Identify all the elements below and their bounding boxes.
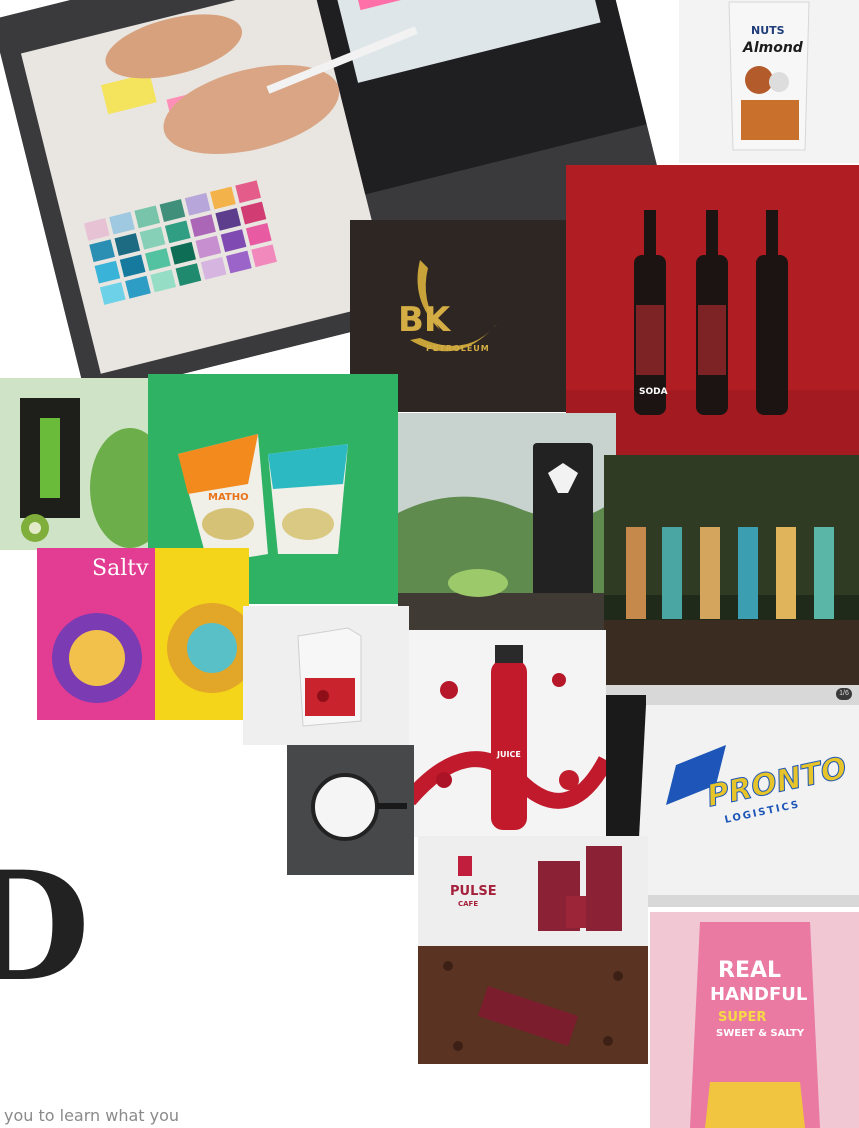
cherry-box-illustration xyxy=(297,627,362,727)
pulse-name: PULSE xyxy=(450,884,497,899)
snack-line4: SWEET & SALTY xyxy=(716,1028,805,1039)
tea-tin-photo[interactable] xyxy=(398,413,616,630)
soda-label: SODA xyxy=(639,387,668,397)
kiwi-pouch-photo[interactable] xyxy=(0,378,150,550)
cafe-sign-illustration xyxy=(287,745,414,875)
mathio-product: MATHO xyxy=(208,492,249,503)
soda-bottles-illustration xyxy=(566,210,859,455)
saltv-title: Saltv xyxy=(92,556,149,581)
bk-sub: PETROLEUM xyxy=(426,344,490,353)
cafe-sign-photo[interactable] xyxy=(287,745,414,875)
nuts-brand: NUTS xyxy=(751,24,785,37)
red-juice-illustration xyxy=(409,645,606,830)
coffee-beans-illustration xyxy=(418,946,648,1064)
snack-line2: HANDFUL xyxy=(710,984,808,1005)
soda-bottles-photo[interactable]: SODA xyxy=(566,165,859,455)
nuts-product: Almond xyxy=(743,40,803,56)
kiwi-pouch-illustration xyxy=(20,398,150,548)
pulse-cafe-branding[interactable]: PULSE CAFE xyxy=(418,836,648,946)
saltv-mandala-box[interactable]: Saltv xyxy=(37,548,249,720)
snack-line3: SUPER xyxy=(718,1010,767,1025)
cherry-box-photo[interactable] xyxy=(243,606,409,745)
nuts-almond-pack[interactable]: NUTS Almond xyxy=(679,0,859,163)
pulse-sub: CAFE xyxy=(458,900,479,908)
juice-label: JUICE xyxy=(497,750,521,759)
intro-caption: you to learn what you xyxy=(4,1106,180,1125)
bk-mark: BK xyxy=(398,300,451,340)
real-handful-pouch[interactable]: REAL HANDFUL SUPER SWEET & SALTY xyxy=(650,912,859,1128)
red-juice-bottle-photo[interactable]: JUICE xyxy=(409,630,606,837)
pronto-gallery-badge: 1/6 xyxy=(836,688,852,700)
spirit-bottles-illustration xyxy=(604,455,859,685)
large-heading-letter: D xyxy=(0,839,91,1015)
snack-line1: REAL xyxy=(718,958,782,983)
spirit-bottles-photo[interactable] xyxy=(604,455,859,685)
coffee-cup-beans-photo[interactable] xyxy=(418,946,648,1064)
tea-tin-illustration xyxy=(398,413,616,630)
